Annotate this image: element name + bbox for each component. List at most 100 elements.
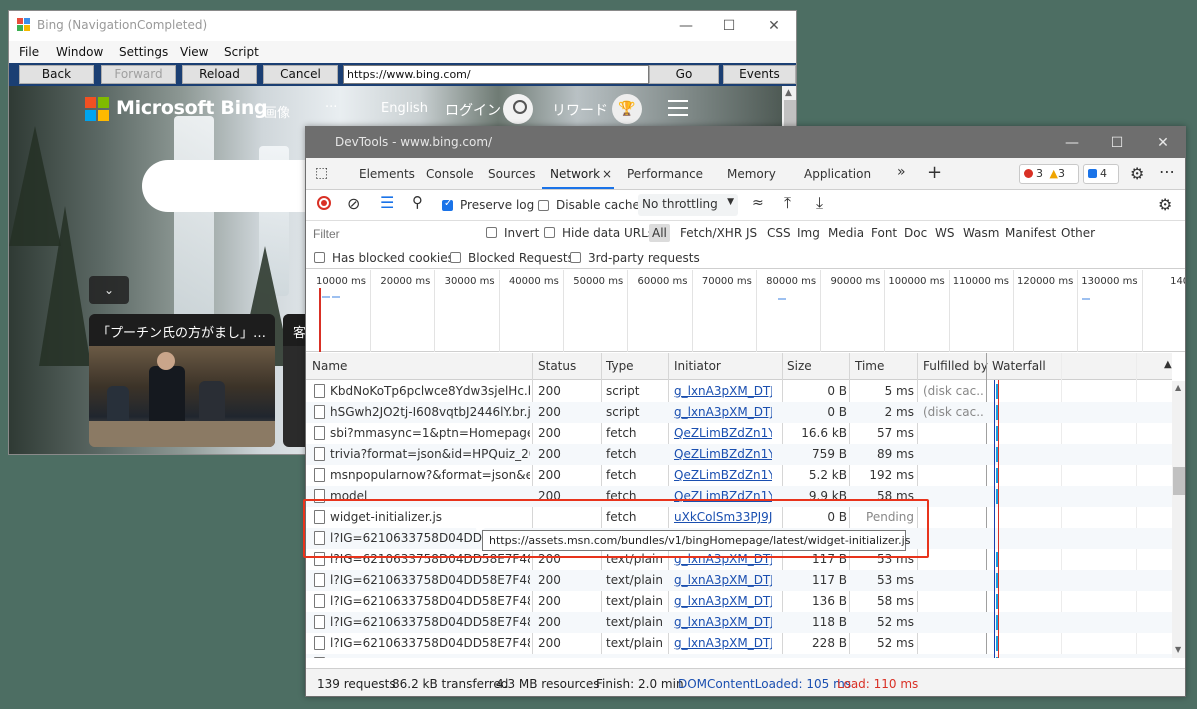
table-row[interactable]: widget-initializer.js fetch uXkColSm33PJ9J…: [306, 507, 1172, 528]
tab-performance[interactable]: Performance: [627, 167, 703, 181]
hide-data-urls-checkbox[interactable]: [544, 227, 555, 238]
column-waterfall[interactable]: Waterfall: [992, 359, 1046, 373]
type-fetch-xhr[interactable]: Fetch/XHR: [680, 226, 742, 240]
type-manifest[interactable]: Manifest: [1005, 226, 1056, 240]
issue-badges[interactable]: 3 ▲3 4: [1019, 164, 1122, 184]
preserve-log-checkbox[interactable]: [442, 198, 453, 211]
tab-console[interactable]: Console: [426, 167, 474, 181]
cell-name[interactable]: sbi?mmasync=1&ptn=Homepage&...: [330, 426, 530, 440]
maximize-button[interactable]: ☐: [714, 15, 744, 37]
avatar-icon[interactable]: [503, 94, 533, 124]
network-conditions-icon[interactable]: ≈: [752, 195, 764, 211]
cell-name[interactable]: l?IG=6210633758D04DD58E7F48D...: [330, 615, 530, 629]
table-row[interactable]: msnpopularnow?&format=json&ec... 200 fetch…: [306, 465, 1172, 486]
timeline-overview[interactable]: 10000 ms 20000 ms 30000 ms 40000 ms 50000 ms…: [306, 270, 1185, 352]
column-status[interactable]: Status: [538, 359, 576, 373]
table-row[interactable]: l?IG=6210633758D04DD58E7F48D... 200 text/p…: [306, 591, 1172, 612]
cell-initiator[interactable]: g_lxnA3pXM_DTJ...: [674, 636, 772, 650]
network-settings-gear-icon[interactable]: ⚙: [1158, 195, 1172, 214]
column-name[interactable]: Name: [312, 359, 347, 373]
type-css[interactable]: CSS: [767, 226, 791, 240]
has-blocked-cookies-checkbox[interactable]: [314, 252, 325, 263]
type-js[interactable]: JS: [746, 226, 757, 240]
table-row[interactable]: hSGwh2JO2tj-I608vqtbJ2446lY.br.js 200 scri…: [306, 402, 1172, 423]
type-img[interactable]: Img: [797, 226, 820, 240]
trophy-icon[interactable]: 🏆: [612, 94, 642, 124]
rewards-link[interactable]: リワード: [552, 100, 608, 120]
close-button[interactable]: ✕: [759, 15, 789, 37]
cell-name[interactable]: trivia?format=json&id=HPQuiz_202...: [330, 447, 530, 461]
url-field[interactable]: https://www.bing.com/: [343, 65, 649, 84]
search-icon[interactable]: ⚲: [412, 193, 423, 211]
cell-initiator[interactable]: QeZLimBZdZn1Yc...: [674, 447, 772, 461]
hamburger-menu-icon[interactable]: [668, 100, 688, 116]
cell-name[interactable]: l?IG=6210633758D04DD58E7F48D...: [330, 573, 530, 587]
column-time[interactable]: Time: [855, 359, 884, 373]
cell-name[interactable]: model: [330, 489, 530, 503]
more-options-icon[interactable]: ⋯: [1159, 162, 1175, 181]
cell-initiator[interactable]: g_lxnA3pXM_DTJ...: [674, 552, 772, 566]
sort-arrow-icon[interactable]: ▲: [1164, 359, 1172, 370]
type-other[interactable]: Other: [1061, 226, 1095, 240]
tab-sources[interactable]: Sources: [488, 167, 535, 181]
column-type[interactable]: Type: [606, 359, 634, 373]
cell-name[interactable]: l?IG=6210633758D04DD58E7F48D...: [330, 594, 530, 608]
menu-window[interactable]: Window: [56, 45, 103, 59]
type-wasm[interactable]: Wasm: [963, 226, 999, 240]
cell-initiator[interactable]: g_lxnA3pXM_DTJ...: [674, 573, 772, 587]
type-font[interactable]: Font: [871, 226, 897, 240]
error-warning-badge[interactable]: 3 ▲3: [1019, 164, 1079, 184]
images-link[interactable]: 画像: [264, 102, 290, 121]
clear-icon[interactable]: ⊘: [347, 194, 360, 213]
table-row[interactable]: model 200 fetch QeZLimBZdZn1Yc... 9.9 kB 58 m…: [306, 486, 1172, 507]
scroll-up-icon[interactable]: ▲: [1175, 383, 1181, 392]
tab-network[interactable]: Network: [550, 167, 600, 181]
column-initiator[interactable]: Initiator: [674, 359, 721, 373]
column-fulfilled-by[interactable]: Fulfilled by: [923, 359, 988, 373]
cell-initiator[interactable]: QeZLimBZdZn1Yc...: [674, 489, 772, 503]
message-badge[interactable]: 4: [1083, 164, 1119, 184]
disable-cache-checkbox[interactable]: [538, 200, 549, 211]
type-doc[interactable]: Doc: [904, 226, 927, 240]
blocked-requests-checkbox[interactable]: [450, 252, 461, 263]
cell-name[interactable]: KbdNoKoTp6pclwce8Ydw3sjelHc.br.js: [330, 384, 530, 398]
inspect-element-icon[interactable]: ⬚: [315, 165, 328, 181]
close-button[interactable]: ✕: [1148, 132, 1178, 154]
throttling-select[interactable]: No throttling ▼: [638, 194, 738, 216]
tab-memory[interactable]: Memory: [727, 167, 776, 181]
cell-initiator[interactable]: QeZLimBZdZn1Yc...: [674, 468, 772, 482]
menu-script[interactable]: Script: [224, 45, 259, 59]
type-media[interactable]: Media: [828, 226, 864, 240]
news-card[interactable]: 「プーチン氏の方がまし」…: [89, 314, 275, 447]
cell-initiator[interactable]: g_lxnA3pXM_DTJ...: [674, 384, 772, 398]
table-row[interactable]: l?IG=6210633758D04DD58E7F48D... 200 text/p…: [306, 549, 1172, 570]
settings-gear-icon[interactable]: ⚙: [1130, 164, 1144, 183]
cell-initiator[interactable]: g_lxnA3pXM_DTJ...: [674, 594, 772, 608]
cell-name[interactable]: hSGwh2JO2tj-I608vqtbJ2446lY.br.js: [330, 405, 530, 419]
add-tab-icon[interactable]: +: [927, 162, 942, 183]
tab-close-icon[interactable]: ×: [602, 167, 612, 181]
go-button[interactable]: Go: [649, 65, 719, 84]
minimize-button[interactable]: —: [1057, 132, 1087, 154]
cell-initiator[interactable]: QeZLimBZdZn1Yc...: [674, 426, 772, 440]
invert-checkbox[interactable]: [486, 227, 497, 238]
cell-initiator[interactable]: g_lxnA3pXM_DTJ...: [674, 405, 772, 419]
filter-icon[interactable]: ☰: [380, 193, 394, 212]
type-ws[interactable]: WS: [935, 226, 954, 240]
menu-settings[interactable]: Settings: [119, 45, 168, 59]
scroll-down-icon[interactable]: ▼: [1175, 645, 1181, 654]
back-button[interactable]: Back: [19, 65, 94, 84]
cell-name[interactable]: widget-initializer.js: [330, 510, 530, 524]
cell-name[interactable]: msnpopularnow?&format=json&ec...: [330, 468, 530, 482]
table-row[interactable]: l?IG=6210633758D04DD58E7F48D... 200 text/p…: [306, 612, 1172, 633]
table-row[interactable]: trivia?format=json&id=HPQuiz_202... 200 fe…: [306, 444, 1172, 465]
table-scrollbar[interactable]: ▲ ▼: [1172, 381, 1185, 658]
table-row[interactable]: l?IG=6210633758D04DD58E7F48D... 200 text/p…: [306, 570, 1172, 591]
maximize-button[interactable]: ☐: [1102, 132, 1132, 154]
bing-brand[interactable]: Microsoft Bing: [116, 97, 268, 119]
tab-elements[interactable]: Elements: [359, 167, 415, 181]
menu-view[interactable]: View: [180, 45, 208, 59]
language-link[interactable]: English: [381, 101, 428, 116]
menu-file[interactable]: File: [19, 45, 39, 59]
upload-icon[interactable]: ⤒: [784, 193, 791, 213]
